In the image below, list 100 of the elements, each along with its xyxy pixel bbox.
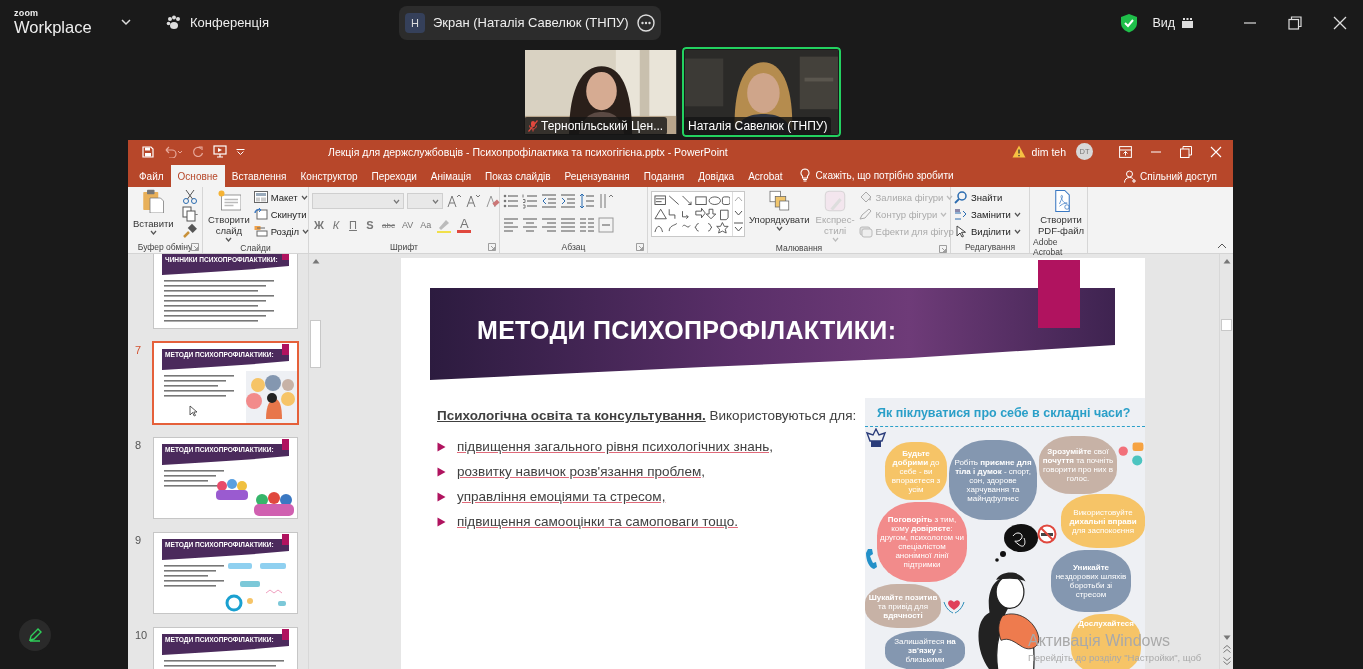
copy-icon[interactable] — [181, 206, 198, 222]
pencil-icon — [28, 628, 42, 642]
ribbon-button[interactable]: Вставити — [131, 189, 176, 235]
screen-share-indicator[interactable]: Н Экран (Наталія Савелюк (ТНПУ) — [398, 5, 661, 40]
ribbon-tab[interactable]: Показ слайдів — [478, 165, 558, 187]
scrollbar-thumb[interactable] — [1221, 319, 1232, 331]
group-label: Слайди — [240, 242, 271, 253]
dialog-launcher-icon[interactable] — [636, 243, 644, 251]
justify-icon[interactable] — [560, 217, 576, 233]
format-button[interactable]: П — [346, 219, 360, 231]
chevron-icon[interactable] — [121, 19, 131, 26]
thought-bubble-icon — [993, 522, 1039, 562]
dialog-launcher-icon[interactable] — [939, 245, 947, 253]
grow-font-icon[interactable] — [446, 193, 462, 209]
ribbon-button[interactable]: Макет — [253, 189, 310, 205]
grid-icon — [1182, 17, 1193, 28]
ribbon-button[interactable]: Замінити — [954, 206, 1021, 222]
font-size-field[interactable] — [407, 193, 443, 209]
bullets-icon[interactable] — [503, 193, 519, 209]
slide-number: 8 — [134, 439, 143, 451]
share-button[interactable]: Спільний доступ — [1124, 165, 1217, 187]
scrollbar[interactable] — [1219, 254, 1233, 669]
undo-icon[interactable] — [163, 145, 183, 158]
font-name-field[interactable] — [312, 193, 404, 209]
decrease-indent-icon[interactable] — [541, 193, 557, 209]
dialog-launcher-icon[interactable] — [488, 243, 496, 251]
redo-icon[interactable] — [192, 145, 204, 158]
clear-formatting-icon[interactable] — [484, 193, 500, 209]
dialog-launcher-icon[interactable] — [191, 243, 199, 251]
user-name: dim teh — [1031, 145, 1066, 158]
infographic-heading: Як піклуватися про себе в складні часи? — [876, 405, 1132, 420]
logo-caption: zoom — [14, 8, 39, 18]
align-center-icon[interactable] — [522, 217, 538, 233]
bullet-arrow-icon — [437, 441, 446, 452]
participant-name: Наталія Савелюк (ТНПУ) — [688, 119, 828, 133]
dropdown-icon[interactable] — [236, 148, 245, 155]
format-button[interactable]: Ж — [312, 219, 326, 231]
format-button[interactable]: AV — [399, 220, 416, 230]
bullet-text: управління емоціями та стресом, — [457, 489, 666, 504]
ribbon-tab[interactable]: Файл — [132, 165, 171, 187]
scroll-up-icon — [1222, 258, 1231, 264]
caret-icon — [432, 198, 439, 204]
replace-icon — [954, 207, 968, 221]
ribbon-button[interactable]: Розділ — [253, 223, 310, 239]
ribbon-button[interactable]: Створити слайд — [206, 189, 252, 242]
tip-text: Поговоріть з тим, кому довіряєте: другом, психологом чи спеціалістом анонімної лінії підтримки — [880, 515, 964, 569]
ribbon-tab[interactable]: Рецензування — [557, 165, 637, 187]
ribbon-button[interactable]: Скинути — [253, 206, 310, 222]
ribbon-tab[interactable]: Acrobat — [741, 165, 790, 187]
meeting-button[interactable]: Конференція — [164, 11, 271, 34]
slideshow-icon[interactable] — [213, 145, 227, 158]
more-icon[interactable] — [636, 13, 655, 32]
ribbon-tab[interactable]: Конструктор — [293, 165, 365, 187]
ribbon-tab[interactable]: Основне — [170, 165, 225, 187]
ribbon-button[interactable]: Створити PDF-файл — [1033, 189, 1089, 236]
paint-bucket-icon — [858, 190, 873, 204]
ribbon-tab[interactable]: Подання — [636, 165, 692, 187]
more-shapes-icon[interactable] — [733, 220, 744, 234]
shapes-gallery[interactable] — [651, 191, 745, 237]
scrollbar-thumb[interactable] — [310, 320, 321, 368]
align-text-icon[interactable] — [598, 217, 614, 233]
scissors-icon[interactable] — [181, 189, 198, 205]
group-label: Малювання — [775, 242, 823, 253]
ribbon-button[interactable]: Виділити — [954, 223, 1021, 239]
format-button[interactable]: A — [457, 217, 472, 233]
tell-me-field[interactable]: Скажіть, що потрібно зробити — [815, 165, 954, 187]
ribbon-tab[interactable]: Переходи — [364, 165, 424, 187]
format-painter-icon[interactable] — [181, 223, 198, 239]
annotate-button[interactable] — [19, 619, 51, 651]
increase-indent-icon[interactable] — [560, 193, 576, 209]
shape-effects-icon — [858, 224, 873, 238]
shield-icon — [1120, 12, 1139, 33]
ribbon-tab[interactable]: Довідка — [691, 165, 742, 187]
tip-text: Дослухайтеся — [1078, 619, 1134, 628]
scroll-down-icon — [1222, 635, 1231, 641]
line-spacing-icon[interactable] — [579, 193, 595, 209]
bullet-arrow-icon — [437, 516, 446, 527]
shrink-font-icon[interactable] — [465, 193, 481, 209]
format-button[interactable]: Aa — [418, 220, 434, 230]
format-button[interactable]: К — [329, 219, 343, 231]
save-icon[interactable] — [142, 145, 154, 158]
group-label: Шрифт — [390, 241, 418, 252]
collapse-ribbon-icon[interactable] — [1217, 242, 1227, 249]
ribbon-tab[interactable]: Вставлення — [224, 165, 294, 187]
search-icon — [954, 190, 968, 204]
previous-slide-icon — [1222, 645, 1231, 653]
align-left-icon[interactable] — [503, 217, 519, 233]
ribbon-tab[interactable]: Анімація — [423, 165, 479, 187]
ribbon-button[interactable]: Упорядкувати — [747, 189, 812, 231]
columns-icon[interactable] — [579, 217, 595, 233]
format-button[interactable]: abc — [380, 220, 397, 230]
format-button[interactable]: S — [363, 219, 377, 231]
align-right-icon[interactable] — [541, 217, 557, 233]
restore-icon[interactable] — [1288, 15, 1302, 30]
scrollbar[interactable] — [308, 254, 322, 669]
ribbon-display-icon[interactable] — [1119, 145, 1132, 158]
bullet-text: підвищення загального рівня психологічних знань, — [457, 439, 773, 454]
view-button[interactable]: Вид — [1152, 15, 1193, 30]
numbering-icon[interactable] — [522, 193, 538, 209]
close-icon[interactable] — [1333, 15, 1347, 30]
